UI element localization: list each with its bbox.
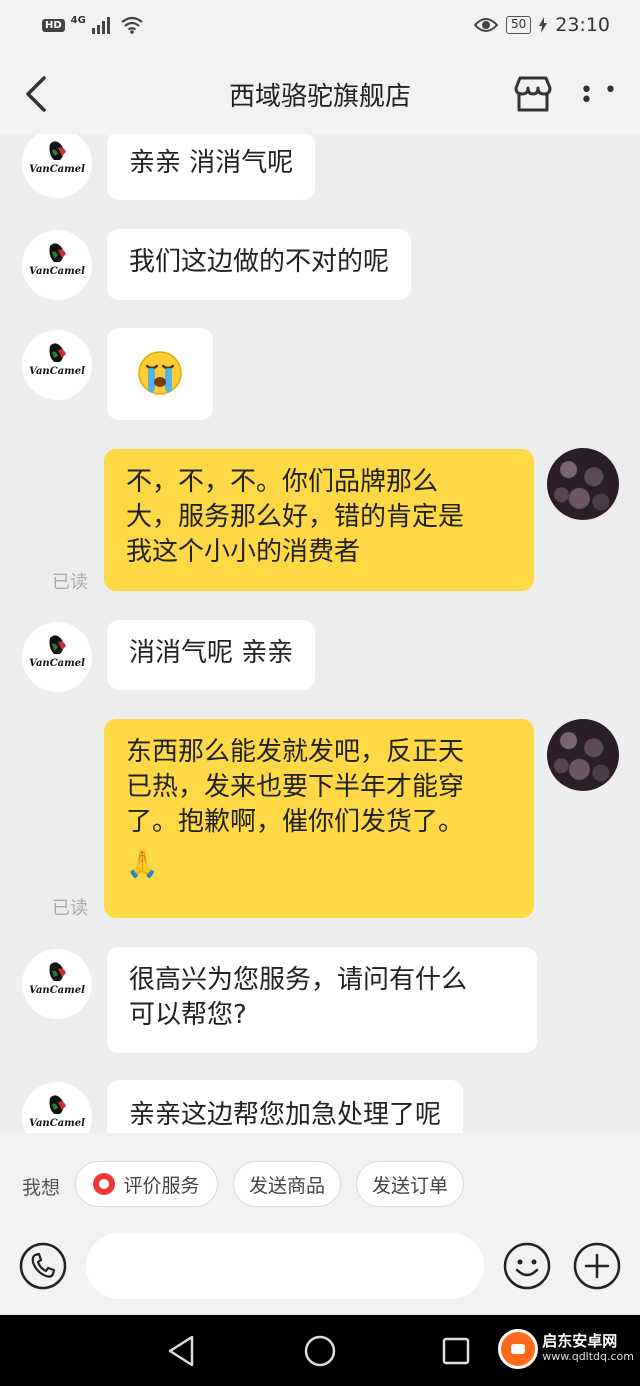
eye-icon xyxy=(473,18,498,32)
chat-area[interactable]: VanCamel 亲亲 消消气呢 VanCamel 我们这边做的不对的呢 Van… xyxy=(0,134,640,1133)
message-input[interactable] xyxy=(86,1233,484,1299)
message-text: 消消气呢 亲亲 xyxy=(129,638,294,668)
store-avatar[interactable]: VanCamel xyxy=(22,330,92,400)
system-recents-icon[interactable] xyxy=(438,1333,474,1369)
store-avatar[interactable]: VanCamel xyxy=(22,1082,92,1133)
message-text-line: 了。抱歉啊，催你们发货了。 xyxy=(126,807,465,837)
message-text-line: 我这个小小的消费者 xyxy=(126,537,361,567)
signal-icon xyxy=(91,17,110,34)
message-text: 我们这边做的不对的呢 xyxy=(129,247,390,277)
svg-text:VanCamel: VanCamel xyxy=(29,1118,85,1129)
watermark-url: www.qdltdq.com xyxy=(542,1350,634,1363)
message-text-line: 东西那么能发就发吧，反正天 xyxy=(126,737,465,767)
store-avatar[interactable]: VanCamel xyxy=(22,134,92,198)
message-bubble[interactable]: 很高兴为您服务，请问有什么 可以帮您? xyxy=(107,947,537,1053)
phone-icon[interactable] xyxy=(18,1241,68,1291)
svg-text:VanCamel: VanCamel xyxy=(29,366,85,377)
message-text-line: 不，不，不。你们品牌那么 xyxy=(126,467,439,497)
message-bubble[interactable]: 东西那么能发就发吧，反正天 已热，发来也要下半年才能穿 了。抱歉啊，催你们发货了… xyxy=(104,719,534,918)
send-order-chip[interactable]: 发送订单 xyxy=(356,1161,464,1207)
more-menu-icon[interactable]: • • • xyxy=(580,80,640,112)
message-text: 亲亲 消消气呢 xyxy=(129,148,294,178)
store-avatar[interactable]: VanCamel xyxy=(22,230,92,300)
chip-label: 发送订单 xyxy=(371,1174,448,1197)
vancamel-logo-icon: VanCamel xyxy=(29,141,85,175)
read-receipt: 已读 xyxy=(52,898,88,919)
store-avatar[interactable]: VanCamel xyxy=(22,622,92,692)
chip-label: 评价服务 xyxy=(123,1174,200,1197)
system-home-icon[interactable] xyxy=(302,1333,338,1369)
message-bubble[interactable]: 消消气呢 亲亲 xyxy=(107,620,316,690)
quick-reply-bar: 我想 评价服务 发送商品 发送订单 xyxy=(0,1133,640,1233)
plus-icon[interactable] xyxy=(572,1241,622,1291)
read-receipt: 已读 xyxy=(52,572,88,593)
vancamel-logo-icon: VanCamel xyxy=(29,962,85,996)
quick-reply-label: 我想 xyxy=(22,1177,61,1199)
charging-icon xyxy=(539,17,548,33)
svg-text:VanCamel: VanCamel xyxy=(29,164,85,175)
crying-face-icon xyxy=(138,351,182,395)
watermark-text: 启东安卓网 www.qdltdq.com xyxy=(542,1333,634,1365)
send-product-chip[interactable]: 发送商品 xyxy=(233,1161,341,1207)
status-bar: HD 4G 50 23:10 xyxy=(0,0,640,56)
svg-text:VanCamel: VanCamel xyxy=(29,266,85,277)
battery-level: 50 xyxy=(505,16,532,34)
message-text-line: 已热，发来也要下半年才能穿 xyxy=(126,772,465,802)
system-navigation-bar: 启东安卓网 www.qdltdq.com xyxy=(0,1315,640,1386)
clock: 23:10 xyxy=(555,14,610,36)
message-text-line: 大，服务那么好，错的肯定是 xyxy=(126,502,465,532)
user-avatar[interactable] xyxy=(547,448,619,520)
prayer-hands-icon: 🙏 xyxy=(126,850,159,880)
vancamel-logo-icon: VanCamel xyxy=(29,1095,85,1129)
user-avatar[interactable] xyxy=(547,719,619,791)
rate-service-chip[interactable]: 评价服务 xyxy=(75,1161,218,1207)
vancamel-logo-icon: VanCamel xyxy=(29,343,85,377)
svg-text:VanCamel: VanCamel xyxy=(29,985,85,996)
message-text-line: 很高兴为您服务，请问有什么 xyxy=(129,965,468,995)
watermark-logo-icon xyxy=(498,1329,539,1369)
message-bubble[interactable]: 不，不，不。你们品牌那么 大，服务那么好，错的肯定是 我这个小小的消费者 xyxy=(104,449,534,591)
message-bubble[interactable] xyxy=(107,328,213,420)
vancamel-logo-icon: VanCamel xyxy=(29,635,85,669)
status-right: 50 23:10 xyxy=(473,14,610,36)
status-left: HD 4G xyxy=(42,14,144,34)
message-text-line: 可以帮您? xyxy=(129,1000,247,1030)
nav-bar: 西域骆驼旗舰店 • • • xyxy=(0,56,640,134)
system-back-icon[interactable] xyxy=(164,1333,200,1369)
emoji-icon[interactable] xyxy=(502,1241,552,1291)
rating-icon xyxy=(93,1173,116,1195)
vancamel-logo-icon: VanCamel xyxy=(29,243,85,277)
message-bubble[interactable]: 亲亲 消消气呢 xyxy=(107,134,316,200)
watermark-title: 启东安卓网 xyxy=(542,1332,618,1350)
store-icon[interactable] xyxy=(512,74,554,114)
chip-label: 发送商品 xyxy=(248,1174,325,1197)
message-bubble[interactable]: 亲亲这边帮您加急处理了呢 xyxy=(107,1080,464,1133)
svg-text:VanCamel: VanCamel xyxy=(29,658,85,669)
wifi-icon xyxy=(121,16,143,34)
hd-badge: HD xyxy=(42,18,65,32)
store-avatar[interactable]: VanCamel xyxy=(22,949,92,1019)
message-bubble[interactable]: 我们这边做的不对的呢 xyxy=(107,229,412,300)
input-bar xyxy=(0,1233,640,1315)
watermark: 启东安卓网 www.qdltdq.com xyxy=(498,1329,634,1369)
network-type: 4G xyxy=(70,14,86,26)
message-text: 亲亲这边帮您加急处理了呢 xyxy=(129,1100,442,1130)
